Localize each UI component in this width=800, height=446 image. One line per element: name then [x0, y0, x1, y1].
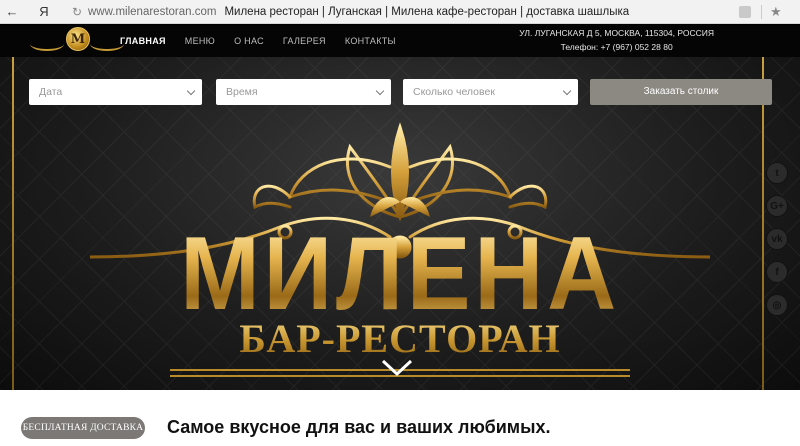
restaurant-name: МИЛЕНА	[32, 219, 768, 329]
vk-icon[interactable]: vk	[766, 228, 788, 250]
chevron-down-icon[interactable]	[380, 357, 414, 379]
logo-swirl-left	[30, 37, 64, 51]
restaurant-subtitle: БАР-РЕСТОРАН	[0, 315, 800, 362]
instagram-icon[interactable]: ◎	[766, 294, 788, 316]
nav-about[interactable]: О НАС	[234, 36, 264, 46]
nav-gallery[interactable]: ГАЛЕРЕЯ	[283, 36, 326, 46]
time-select[interactable]: Время	[216, 79, 391, 105]
url-domain: www.milenarestoran.com	[88, 5, 217, 18]
chevron-down-icon	[562, 86, 572, 96]
guests-select[interactable]: Сколько человек	[403, 79, 578, 105]
promo-section: БЕСПЛАТНАЯ ДОСТАВКА Самое вкусное для ва…	[0, 390, 800, 446]
google-plus-icon[interactable]: G+	[766, 195, 788, 217]
refresh-icon[interactable]: ↻	[66, 5, 88, 19]
bookmark-star-icon[interactable]: ★	[770, 4, 790, 20]
hero-banner: МИЛЕНА БАР-РЕСТОРАН	[0, 57, 800, 390]
reader-mode-icon[interactable]	[739, 5, 751, 18]
address-text: УЛ. ЛУГАНСКАЯ Д 5, МОСКВА, 115304, РОССИ…	[519, 28, 714, 38]
contact-info: УЛ. ЛУГАНСКАЯ Д 5, МОСКВА, 115304, РОССИ…	[519, 26, 714, 54]
main-navigation: ГЛАВНАЯ МЕНЮ О НАС ГАЛЕРЕЯ КОНТАКТЫ	[120, 36, 415, 46]
page-title: Милена ресторан | Луганская | Милена каф…	[224, 5, 630, 18]
yandex-logo-icon[interactable]: Я	[34, 4, 54, 19]
book-table-button[interactable]: Заказать столик	[590, 79, 772, 105]
promo-tagline: Самое вкусное для вас и ваших любимых.	[167, 417, 551, 437]
site-header: M ГЛАВНАЯ МЕНЮ О НАС ГАЛЕРЕЯ КОНТАКТЫ УЛ…	[0, 25, 800, 57]
twitter-icon[interactable]: t	[766, 162, 788, 184]
phone-text[interactable]: Телефон: +7 (967) 052 28 80	[519, 40, 714, 54]
site-logo[interactable]: M	[30, 27, 124, 57]
toolbar-divider	[761, 4, 762, 19]
time-select-label: Время	[226, 86, 258, 98]
address-bar[interactable]: www.milenarestoran.com Милена ресторан |…	[88, 6, 739, 18]
free-delivery-badge[interactable]: БЕСПЛАТНАЯ ДОСТАВКА	[21, 417, 145, 439]
nav-home[interactable]: ГЛАВНАЯ	[120, 36, 166, 46]
guests-select-label: Сколько человек	[413, 86, 495, 98]
browser-toolbar: ← Я ↻ www.milenarestoran.com Милена рест…	[0, 0, 800, 24]
date-select-label: Дата	[39, 86, 63, 98]
booking-form: Дата Время Сколько человек Заказать стол…	[0, 79, 800, 105]
back-arrow-icon[interactable]: ←	[0, 4, 24, 19]
social-links: t G+ vk f ◎	[766, 162, 788, 327]
chevron-down-icon	[375, 86, 385, 96]
nav-contacts[interactable]: КОНТАКТЫ	[345, 36, 396, 46]
date-select[interactable]: Дата	[29, 79, 202, 105]
logo-medallion: M	[66, 27, 90, 51]
logo-swirl-right	[90, 37, 124, 51]
chevron-down-icon	[186, 86, 196, 96]
facebook-icon[interactable]: f	[766, 261, 788, 283]
nav-menu[interactable]: МЕНЮ	[185, 36, 215, 46]
